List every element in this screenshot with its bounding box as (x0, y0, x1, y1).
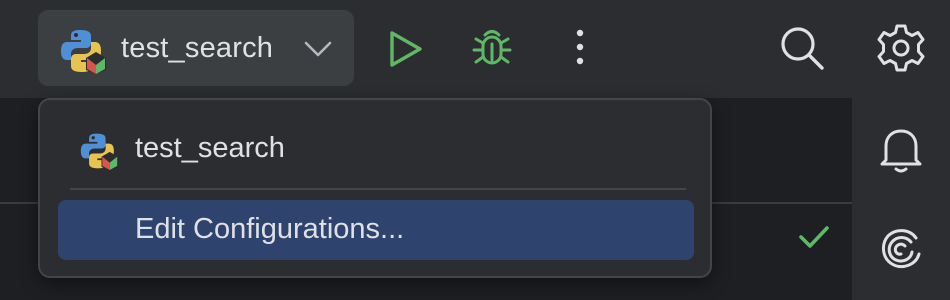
popup-item-label: Edit Configurations... (135, 213, 405, 245)
popup-divider (70, 188, 686, 190)
search-icon[interactable] (778, 24, 826, 77)
edit-configurations-item[interactable]: Edit Configurations... (58, 200, 694, 260)
gear-icon[interactable] (876, 23, 926, 78)
play-icon[interactable] (388, 30, 424, 73)
popup-item-test-search[interactable]: test_search (40, 118, 710, 180)
more-vertical-icon[interactable] (572, 28, 588, 73)
main-toolbar: test_search (0, 0, 950, 98)
bug-icon[interactable] (470, 26, 514, 75)
run-config-popup: test_search Edit Configurations... (38, 98, 712, 278)
ide-window: test_search test_search Edit Configurati… (0, 0, 950, 300)
right-tool-rail (852, 98, 950, 300)
run-config-selector[interactable]: test_search (38, 10, 354, 86)
run-config-label: test_search (121, 32, 274, 64)
swirl-icon[interactable] (878, 224, 924, 277)
bell-icon[interactable] (878, 124, 924, 179)
popup-item-label: test_search (135, 132, 285, 164)
python-run-config-icon (80, 132, 118, 175)
chevron-down-icon (304, 40, 332, 63)
python-run-config-icon (60, 28, 106, 79)
checkmark-icon (798, 224, 830, 255)
